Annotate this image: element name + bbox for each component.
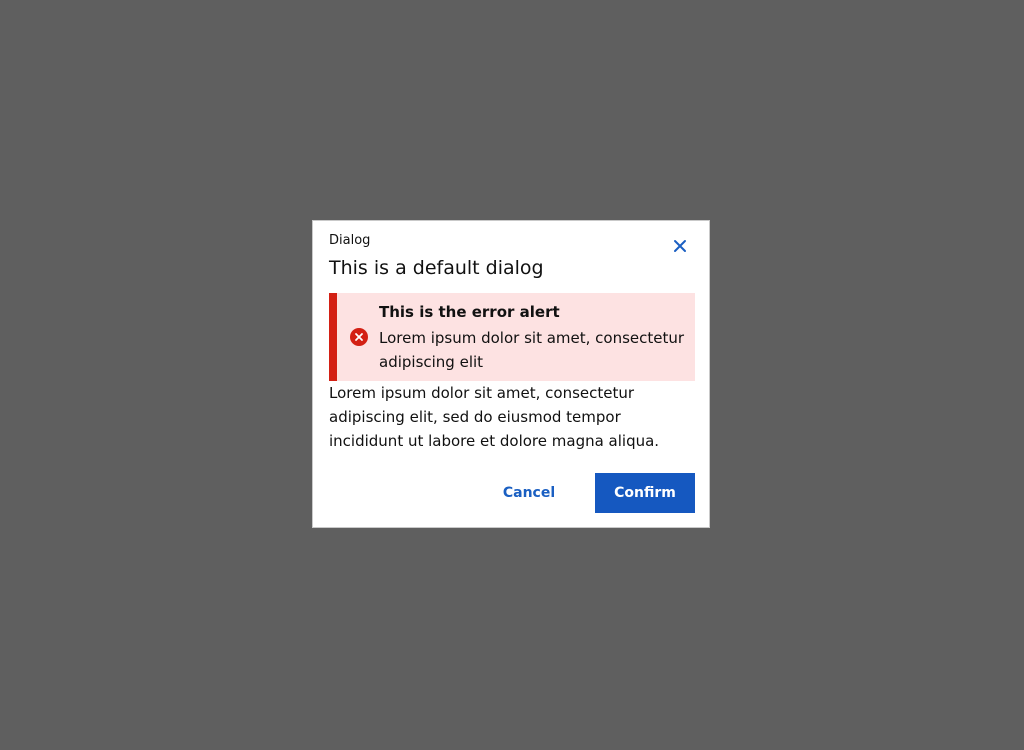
error-alert: This is the error alert Lorem ipsum dolo… bbox=[329, 293, 695, 381]
error-circle-icon bbox=[350, 328, 368, 346]
cancel-button[interactable]: Cancel bbox=[479, 473, 579, 513]
dialog-title: This is a default dialog bbox=[329, 257, 544, 279]
alert-title: This is the error alert bbox=[379, 303, 560, 321]
close-icon bbox=[674, 240, 686, 252]
close-button[interactable] bbox=[671, 237, 689, 255]
dialog: Dialog This is a default dialog This is … bbox=[312, 220, 710, 528]
dialog-eyebrow: Dialog bbox=[329, 233, 371, 248]
dialog-body: Lorem ipsum dolor sit amet, consectetur … bbox=[329, 384, 660, 450]
alert-body: Lorem ipsum dolor sit amet, consectetur … bbox=[379, 329, 685, 371]
confirm-button[interactable]: Confirm bbox=[595, 473, 695, 513]
